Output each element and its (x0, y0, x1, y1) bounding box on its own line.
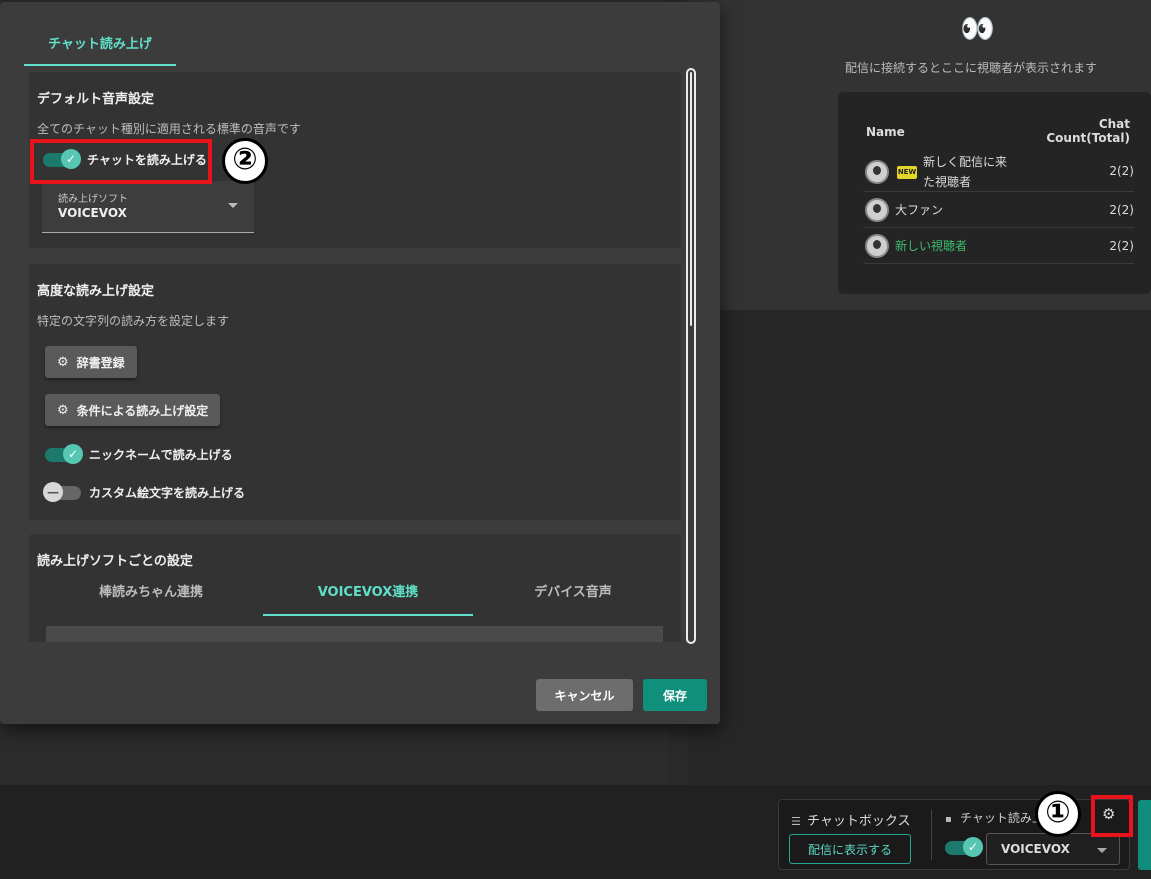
section-title: 読み上げソフトごとの設定 (37, 554, 193, 569)
tab-chat-read[interactable]: チャット読み上げ (24, 32, 176, 66)
avatar (865, 234, 889, 258)
engine-tab-content (46, 626, 663, 642)
section-title: 高度な読み上げ設定 (37, 284, 155, 299)
engine-settings-section: 読み上げソフトごとの設定 棒読みちゃん連携 VOICEVOX連携 デバイス音声 (29, 534, 681, 642)
side-action-button[interactable] (1138, 800, 1151, 870)
comment-icon: ▪ (945, 814, 952, 825)
annotation-marker-1: ① (1035, 791, 1081, 837)
highlight-box-read-toggle (30, 139, 212, 184)
highlight-box-settings (1091, 795, 1133, 837)
viewer-name: 新しく配信に来 た視聴者 (923, 155, 1008, 189)
viewer-chat-count: 2(2) (1109, 203, 1134, 217)
show-on-stream-button[interactable]: 配信に表示する (789, 834, 911, 864)
cancel-button[interactable]: キャンセル (536, 679, 633, 711)
viewer-list-header: Name Chat Count(Total) (866, 117, 1134, 147)
viewer-row[interactable]: 新しい視聴者 2(2) (863, 228, 1134, 264)
gear-icon: ⚙ (57, 402, 69, 418)
viewer-row[interactable]: 大ファン 2(2) (863, 192, 1134, 228)
chatbox-label: ☰ チャットボックス (791, 814, 911, 829)
tts-settings-dialog: チャット読み上げ デフォルト音声設定 全てのチャット種別に適用される標準の音声で… (0, 2, 720, 724)
section-description: 全てのチャット種別に適用される標準の音声です (37, 122, 301, 136)
avatar (865, 160, 889, 184)
footer-read-toggle[interactable]: ✓ (945, 837, 983, 857)
viewer-chat-count: 2(2) (1109, 239, 1134, 253)
lines-icon: ☰ (791, 815, 801, 828)
scrollbar-thumb[interactable] (690, 72, 692, 326)
conditional-read-button[interactable]: ⚙ 条件による読み上げ設定 (45, 394, 221, 426)
gear-icon: ⚙ (57, 354, 69, 370)
custom-emoji-read-toggle[interactable]: — カスタム絵文字を読み上げる (43, 481, 245, 502)
viewer-empty-message: 配信に接続するとここに視聴者が表示されます (845, 61, 1098, 75)
check-icon: ✓ (963, 837, 983, 857)
tab-voicevox[interactable]: VOICEVOX連携 (263, 580, 473, 616)
viewer-name: 新しい視聴者 (895, 239, 968, 253)
viewer-name: 大ファン (895, 203, 944, 217)
section-title: デフォルト音声設定 (37, 92, 155, 107)
tts-engine-select[interactable]: 読み上げソフト VOICEVOX (42, 181, 254, 233)
column-header-name: Name (866, 125, 905, 139)
tab-device-voice[interactable]: デバイス音声 (468, 580, 678, 616)
viewer-list-card: Name Chat Count(Total) NEW 新しく配信に来 た視聴者 … (838, 92, 1151, 294)
annotation-marker-2: ② (222, 138, 268, 184)
column-header-chat-count: Chat Count(Total) (1046, 117, 1130, 145)
viewer-row[interactable]: NEW 新しく配信に来 た視聴者 2(2) (863, 152, 1134, 192)
minus-icon: — (43, 481, 63, 502)
nickname-read-toggle[interactable]: ✓ ニックネームで読み上げる (45, 443, 233, 464)
scrollbar[interactable] (686, 68, 696, 644)
footer-engine-select[interactable]: VOICEVOX (986, 833, 1120, 865)
chevron-down-icon (228, 203, 238, 208)
save-button[interactable]: 保存 (643, 679, 707, 711)
chevron-down-icon (1097, 848, 1107, 853)
section-description: 特定の文字列の読み方を設定します (37, 314, 230, 328)
tab-bouyomi[interactable]: 棒読みちゃん連携 (46, 580, 256, 616)
eyes-icon: 👀 (960, 12, 995, 45)
advanced-read-section: 高度な読み上げ設定 特定の文字列の読み方を設定します ⚙ 辞書登録 ⚙ 条件による読… (29, 264, 681, 520)
check-icon: ✓ (63, 443, 83, 464)
new-badge: NEW (897, 166, 917, 179)
right-lower-panel (687, 310, 1151, 785)
avatar (865, 198, 889, 222)
divider (931, 810, 932, 860)
dictionary-button[interactable]: ⚙ 辞書登録 (45, 346, 137, 378)
viewer-chat-count: 2(2) (1109, 164, 1134, 178)
